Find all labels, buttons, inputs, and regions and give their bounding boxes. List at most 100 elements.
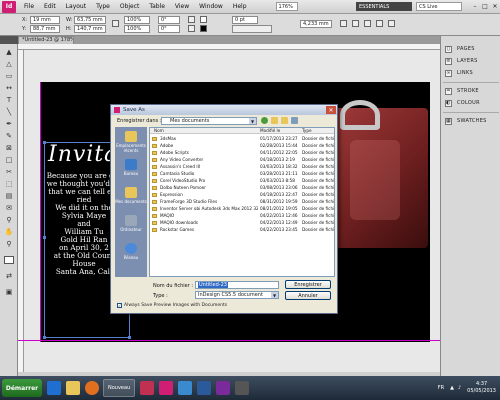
x-field[interactable]: 19 mm <box>30 16 60 24</box>
dialog-close-icon[interactable]: ✕ <box>326 106 336 114</box>
zoom-tool-icon[interactable]: ⚲ <box>4 240 14 248</box>
scale-x-field[interactable]: 100% <box>124 16 150 24</box>
network-tray-icon[interactable]: ▲ <box>450 385 454 391</box>
chevron-down-icon[interactable]: ▼ <box>249 118 256 124</box>
media-player-icon[interactable] <box>85 381 99 395</box>
panel-stroke[interactable]: ═ STROKE <box>445 86 479 96</box>
file-row[interactable]: Assassin's Creed III 03/03/2013 18:32 Doss… <box>150 164 334 170</box>
column-type[interactable]: Type <box>302 128 312 134</box>
maximize-icon[interactable]: □ <box>480 2 490 11</box>
menu-view[interactable]: View <box>170 3 194 10</box>
panel-menu-icon[interactable] <box>388 20 395 27</box>
selection-handle[interactable] <box>128 336 131 339</box>
rotation-angle-field[interactable]: 0° <box>158 16 180 24</box>
gap-tool-icon[interactable]: ↔ <box>4 84 14 92</box>
pen-tool-icon[interactable]: ✒ <box>4 120 14 128</box>
zoom-select[interactable]: 176% <box>275 2 298 11</box>
taskbar-task-nouveau[interactable]: Nouveau <box>103 379 136 397</box>
text-wrap-icon[interactable] <box>364 20 371 27</box>
y-field[interactable]: 88,7 mm <box>30 25 60 33</box>
file-row[interactable]: Corel VideoStudio Pro 03/03/2013 8:58 Doss… <box>150 178 334 184</box>
app-icon[interactable] <box>216 381 231 395</box>
file-row[interactable]: Any Video Converter 04/18/2013 2:19 Dossie… <box>150 157 334 163</box>
panel-swatches[interactable]: ▦ SWATCHES <box>445 116 487 126</box>
eyedropper-tool-icon[interactable]: ⚲ <box>4 216 14 224</box>
fill-swatch-icon[interactable] <box>200 16 207 23</box>
screen-mode-icon[interactable]: ▣ <box>4 288 14 296</box>
frame-fitting-icon[interactable] <box>376 20 383 27</box>
start-button[interactable]: Démarrer <box>2 379 42 397</box>
save-in-select[interactable]: Mes documents ▼ <box>161 117 257 125</box>
h-field[interactable]: 140,7 mm <box>74 25 106 33</box>
selection-handle[interactable] <box>43 336 46 339</box>
selection-tool-icon[interactable]: ▲ <box>4 48 14 56</box>
menu-edit[interactable]: Edit <box>39 3 61 10</box>
menu-file[interactable]: File <box>19 3 39 10</box>
indesign-taskbar-icon[interactable] <box>159 381 174 395</box>
menu-table[interactable]: Table <box>144 3 170 10</box>
w-field[interactable]: 63,75 mm <box>74 16 106 24</box>
stroke-swatch-icon[interactable] <box>200 25 207 32</box>
panel-colour[interactable]: ◐ COLOUR <box>445 98 480 108</box>
back-icon[interactable] <box>261 117 268 124</box>
menu-type[interactable]: Type <box>91 3 115 10</box>
rotate-icon[interactable] <box>188 16 195 23</box>
type-tool-icon[interactable]: T <box>4 96 14 104</box>
panel-layers[interactable]: ≡ LAYERS <box>445 56 478 66</box>
document-tab[interactable]: *Untitled-23 @ 178% <box>18 36 74 44</box>
file-row[interactable]: Rockstar Games 04/22/2013 23:45 Dossier de… <box>150 227 334 233</box>
save-preview-checkbox-row[interactable]: ✓ Always Save Preview Images with Docume… <box>117 303 227 308</box>
file-row[interactable]: Adobe 02/28/2013 15:44 Dossier de fichi <box>150 143 334 149</box>
free-transform-tool-icon[interactable]: ⬚ <box>4 180 14 188</box>
file-row[interactable]: Dolbo Nuteen Pomoer 03/08/2013 23:06 Dossi… <box>150 185 334 191</box>
flip-icon[interactable] <box>188 25 195 32</box>
app-icon[interactable] <box>197 381 212 395</box>
file-row[interactable]: Adobe Scripts 04/11/2012 22:05 Dossier de … <box>150 150 334 156</box>
shear-angle-field[interactable]: 0° <box>158 25 180 33</box>
explorer-icon[interactable] <box>66 381 80 395</box>
save-preview-checkbox[interactable]: ✓ <box>117 303 122 308</box>
page-tool-icon[interactable]: ▭ <box>4 72 14 80</box>
hand-tool-icon[interactable]: ✋ <box>4 228 14 236</box>
file-row[interactable]: 3dsMax 01/17/2013 23:27 Dossier de fichi <box>150 136 334 142</box>
menu-help[interactable]: Help <box>228 3 252 10</box>
selection-handle[interactable] <box>43 141 46 144</box>
note-tool-icon[interactable]: ✉ <box>4 204 14 212</box>
pencil-tool-icon[interactable]: ✎ <box>4 132 14 140</box>
filename-input[interactable]: Untitled-23 <box>195 281 279 289</box>
constrain-proportions-icon[interactable] <box>112 20 119 27</box>
file-row[interactable]: MAQIO 04/22/2013 12:46 Dossier de fichi <box>150 213 334 219</box>
type-select[interactable]: InDesign CS5.5 document ▼ <box>195 291 279 299</box>
effects-icon[interactable] <box>352 20 359 27</box>
file-list[interactable]: Nom Modifié le Type 3dsMax 01/17/2013 23:… <box>149 127 335 277</box>
menu-object[interactable]: Object <box>115 3 145 10</box>
stroke-weight-field[interactable]: 0 pt <box>232 16 258 24</box>
app-icon[interactable] <box>140 381 155 395</box>
drop-shadow-icon[interactable] <box>340 20 347 27</box>
volume-icon[interactable]: ♪ <box>458 385 461 391</box>
stroke-size-field[interactable]: 4,233 mm <box>300 20 332 28</box>
new-folder-icon[interactable] <box>281 117 288 124</box>
stroke-style-select[interactable] <box>232 25 272 33</box>
menu-window[interactable]: Window <box>194 3 228 10</box>
column-modified[interactable]: Modifié le <box>260 128 280 134</box>
place-desktop[interactable]: Bureau <box>115 159 147 177</box>
place-network[interactable]: Réseau <box>115 243 147 261</box>
panel-links[interactable]: ∞ LINKS <box>445 68 473 78</box>
file-row[interactable]: MAQIO downloads 04/22/2013 12:49 Dossier d… <box>150 220 334 226</box>
rectangle-frame-tool-icon[interactable]: ⊠ <box>4 144 14 152</box>
panel-pages[interactable]: ▯ PAGES <box>445 44 475 54</box>
view-menu-icon[interactable] <box>291 117 298 124</box>
scissors-tool-icon[interactable]: ✂ <box>4 168 14 176</box>
minimize-icon[interactable]: – <box>470 2 480 11</box>
close-icon[interactable]: ✕ <box>490 2 500 11</box>
cs-live-field[interactable]: CS Live <box>416 2 462 11</box>
place-documents[interactable]: Mes documents <box>115 187 147 205</box>
up-folder-icon[interactable] <box>271 117 278 124</box>
swap-colors-icon[interactable]: ⇄ <box>4 272 14 280</box>
ie-icon[interactable] <box>47 381 61 395</box>
selection-handle[interactable] <box>43 236 46 239</box>
rectangle-tool-icon[interactable]: □ <box>4 156 14 164</box>
app-icon[interactable] <box>235 381 250 395</box>
fill-stroke-icon[interactable] <box>4 256 14 264</box>
